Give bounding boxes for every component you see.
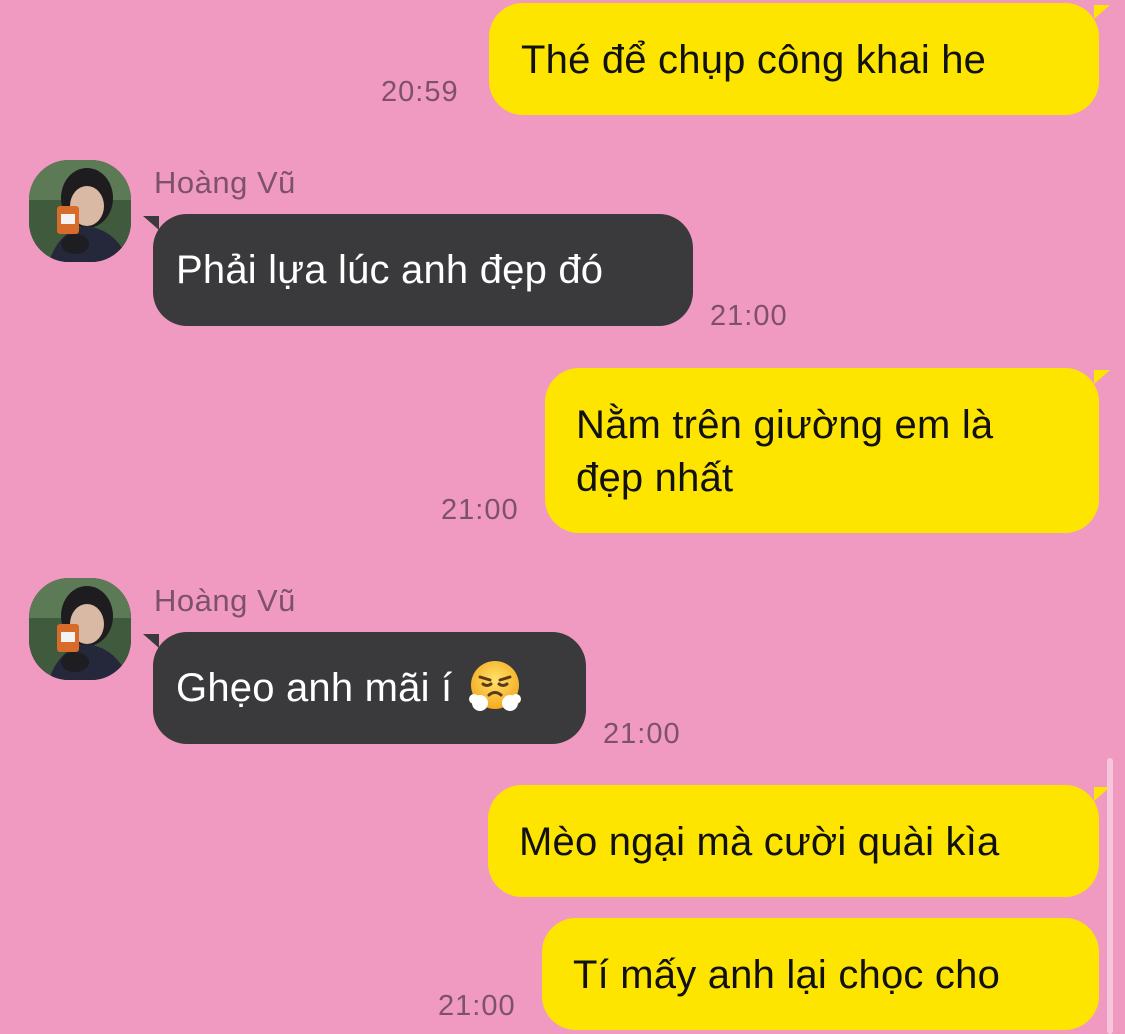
message-timestamp: 21:00: [438, 990, 516, 1022]
avatar-photo-icon: [29, 160, 131, 262]
incoming-message-bubble[interactable]: Phải lựa lúc anh đẹp đó: [153, 214, 693, 326]
bubble-tail: [1094, 5, 1110, 19]
message-timestamp: 21:00: [441, 494, 519, 526]
outgoing-message-bubble[interactable]: Thé để chụp công khai he: [489, 3, 1099, 115]
bubble-tail: [143, 634, 159, 648]
scrollbar[interactable]: [1107, 758, 1113, 1034]
chat-screen: { "messages": [ {"id":"m1","direction":"…: [0, 0, 1125, 1034]
avatar[interactable]: [29, 160, 131, 262]
message-timestamp: 21:00: [603, 718, 681, 750]
outgoing-message-bubble[interactable]: Mèo ngại mà cười quài kìa: [488, 785, 1099, 897]
message-text: Mèo ngại mà cười quài kìa: [519, 820, 1000, 864]
message-text: Phải lựa lúc anh đẹp đó: [176, 248, 604, 292]
outgoing-message-bubble[interactable]: Tí mấy anh lại chọc cho: [542, 918, 1099, 1030]
message-text: Thé để chụp công khai he: [521, 38, 987, 82]
message-timestamp: 21:00: [710, 300, 788, 332]
bubble-tail: [143, 216, 159, 230]
outgoing-message-bubble[interactable]: Nằm trên giường em là đẹp nhất: [545, 368, 1099, 533]
sender-name: Hoàng Vũ: [154, 165, 296, 200]
message-text: Tí mấy anh lại chọc cho: [573, 953, 1001, 997]
avatar-photo-icon: [29, 578, 131, 680]
message-text-line: Nằm trên giường em là: [576, 403, 994, 447]
huffing-face-emoji-icon: [468, 661, 521, 712]
bubble-tail: [1094, 370, 1110, 384]
incoming-message-bubble[interactable]: Ghẹo anh mãi í: [153, 632, 586, 744]
message-text: Ghẹo anh mãi í: [176, 666, 453, 710]
avatar[interactable]: [29, 578, 131, 680]
sender-name: Hoàng Vũ: [154, 583, 296, 618]
message-timestamp: 20:59: [381, 76, 459, 108]
message-text-line: đẹp nhất: [576, 456, 734, 500]
